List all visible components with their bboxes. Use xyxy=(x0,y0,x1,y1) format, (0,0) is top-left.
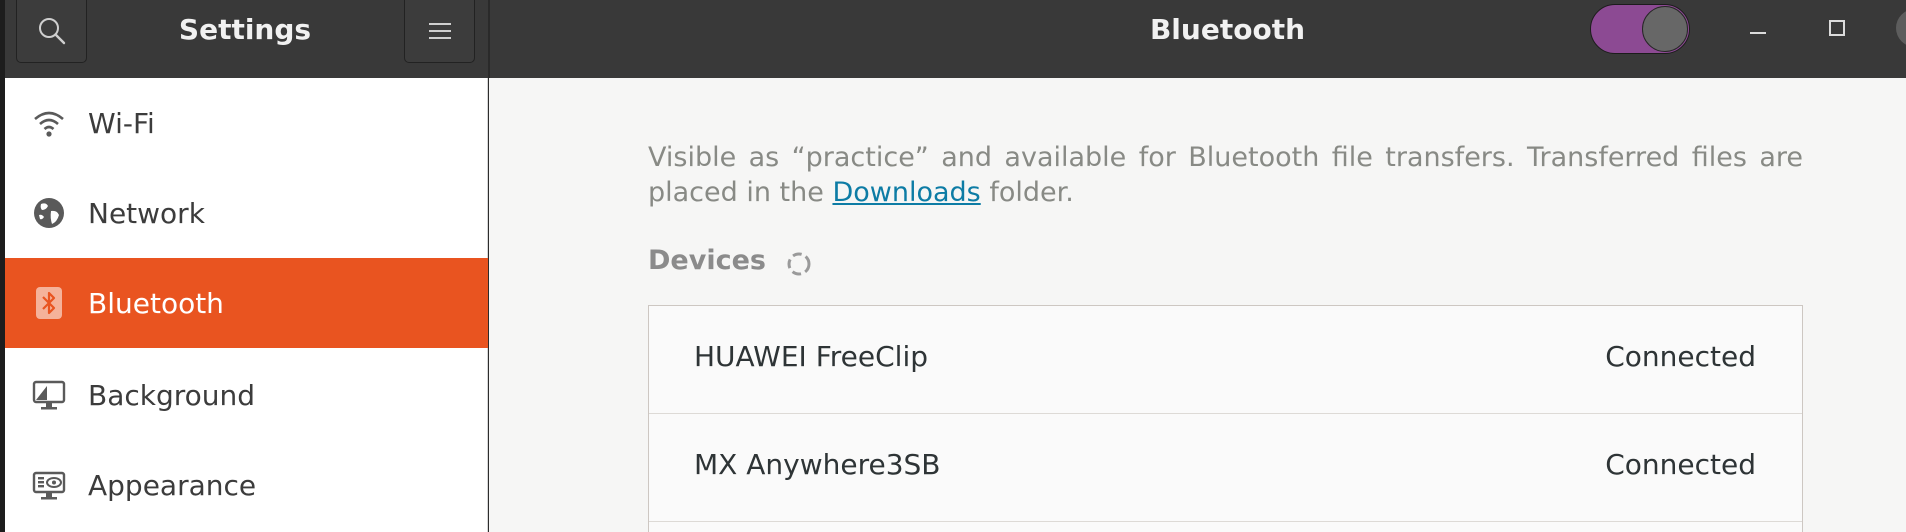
device-name: HUAWEI FreeClip xyxy=(694,340,929,373)
monitor-icon xyxy=(31,377,67,413)
sidebar-item-appearance[interactable]: Appearance xyxy=(5,440,488,530)
sidebar-item-wifi[interactable]: Wi-Fi xyxy=(5,78,488,168)
bluetooth-toggle[interactable] xyxy=(1590,4,1690,54)
search-button[interactable] xyxy=(16,0,87,63)
toggle-knob[interactable] xyxy=(1642,6,1688,52)
sidebar-item-bluetooth[interactable]: Bluetooth xyxy=(5,258,488,348)
sidebar-item-label: Appearance xyxy=(88,468,257,502)
sidebar: Wi-Fi Network Bluetooth Background Appea… xyxy=(5,78,488,532)
minimize-button[interactable] xyxy=(1736,6,1780,50)
page-title: Bluetooth xyxy=(1149,13,1306,46)
device-name: MX Anywhere3SB xyxy=(694,448,941,481)
sidebar-item-network[interactable]: Network xyxy=(5,168,488,258)
minimize-icon xyxy=(1750,32,1766,34)
sidebar-item-label: Network xyxy=(88,196,205,230)
appearance-icon xyxy=(31,467,67,503)
settings-title: Settings xyxy=(178,13,312,46)
hamburger-menu-icon xyxy=(428,23,451,39)
bluetooth-panel: Visible as “practice” and available for … xyxy=(489,78,1906,532)
wifi-icon xyxy=(31,105,67,141)
maximize-icon xyxy=(1829,20,1845,36)
downloads-link[interactable]: Downloads xyxy=(832,177,980,208)
sidebar-item-background[interactable]: Background xyxy=(5,350,488,440)
header-bar: Settings Bluetooth xyxy=(0,0,1906,78)
device-row[interactable]: MX Anywhere3SB Connected xyxy=(649,414,1802,522)
bluetooth-icon xyxy=(31,285,67,321)
maximize-button[interactable] xyxy=(1815,6,1859,50)
device-status: Connected xyxy=(1605,448,1756,481)
visibility-text-end: folder. xyxy=(980,177,1074,208)
loading-spinner-icon xyxy=(787,252,811,276)
visibility-text: Visible as “practice” and available for … xyxy=(648,142,1803,208)
search-icon xyxy=(38,18,65,45)
sidebar-item-label: Bluetooth xyxy=(88,286,224,320)
devices-heading: Devices xyxy=(648,245,766,276)
device-status: Connected xyxy=(1605,340,1756,373)
device-list: HUAWEI FreeClip Connected MX Anywhere3SB… xyxy=(648,305,1803,532)
globe-icon xyxy=(31,195,67,231)
sidebar-item-label: Background xyxy=(88,378,256,412)
main-menu-button[interactable] xyxy=(404,0,475,63)
device-row[interactable]: HUAWEI FreeClip Connected xyxy=(649,306,1802,414)
visibility-description: Visible as “practice” and available for … xyxy=(648,140,1803,210)
sidebar-item-label: Wi-Fi xyxy=(88,106,155,140)
